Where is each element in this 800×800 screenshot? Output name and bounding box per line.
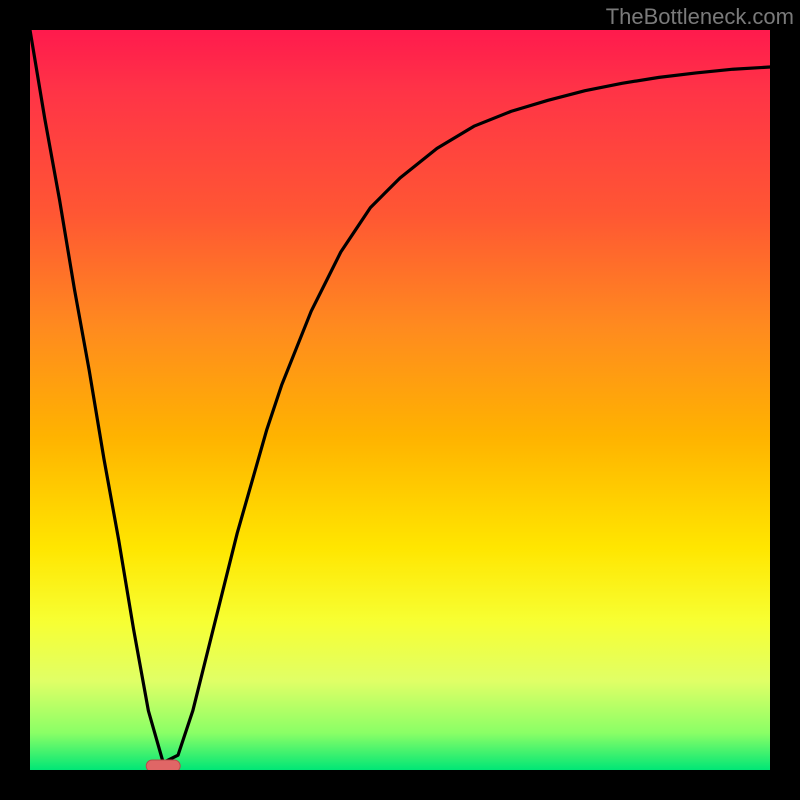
plot-area — [30, 30, 770, 770]
bottleneck-curve — [30, 30, 770, 763]
chart-frame: TheBottleneck.com — [0, 0, 800, 800]
curve-svg — [30, 30, 770, 770]
minimum-marker — [146, 760, 180, 770]
watermark-text: TheBottleneck.com — [606, 4, 794, 30]
